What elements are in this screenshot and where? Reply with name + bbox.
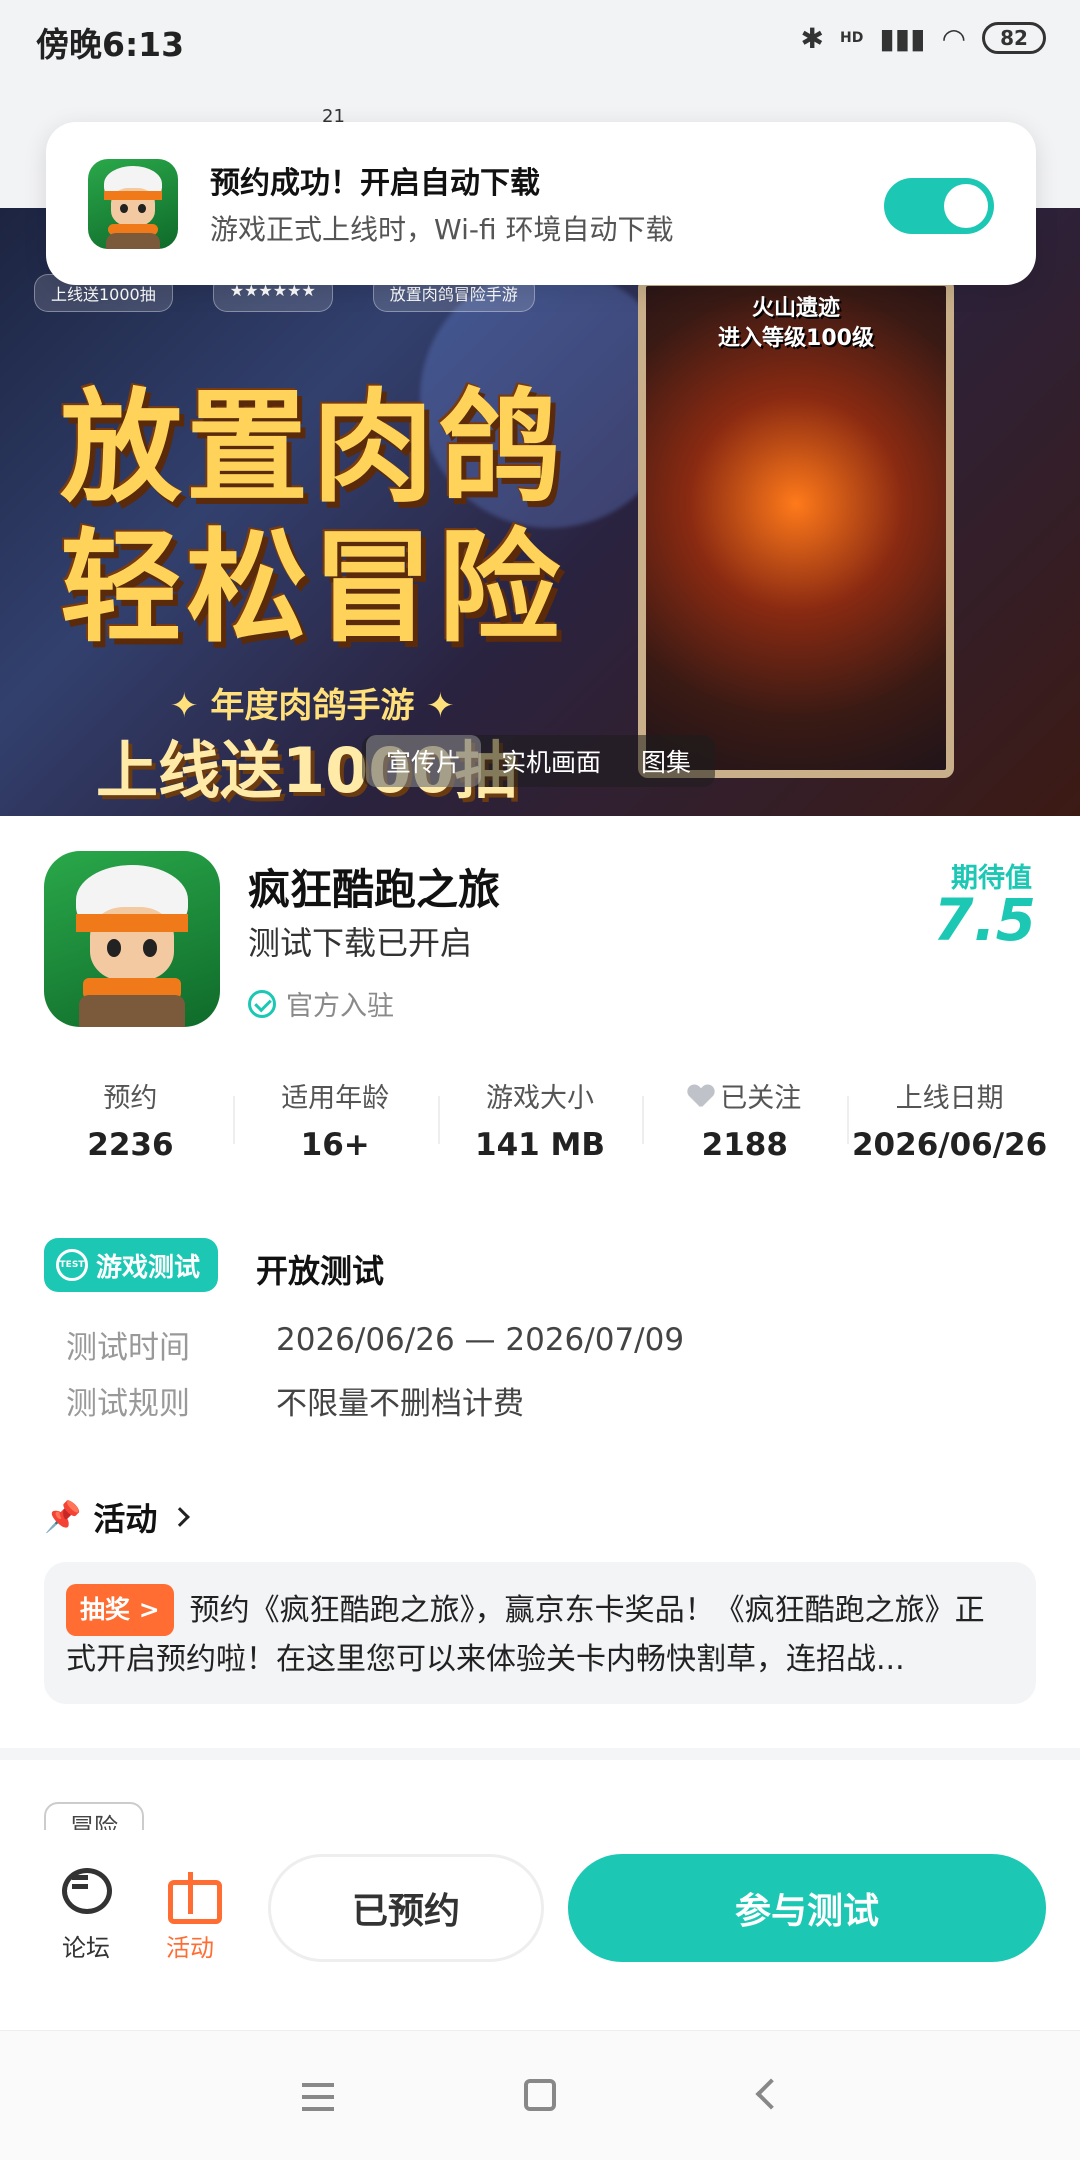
- card-line1: 火山遗迹: [751, 296, 840, 321]
- stat-value: 2236: [87, 1127, 174, 1163]
- tab-gallery[interactable]: 图集: [621, 735, 711, 787]
- lottery-tag: 抽奖 >: [66, 1584, 174, 1636]
- media-tabs: 宣传片 实机画面 图集: [362, 735, 716, 787]
- card-line2: 进入等级100级: [718, 326, 874, 351]
- stat-reservations: 预约 2236: [28, 1076, 233, 1166]
- test-key: 测试规则: [66, 1386, 190, 1422]
- expectation-value: 7.5: [933, 886, 1036, 954]
- game-test-tag: TEST 游戏测试: [44, 1238, 219, 1292]
- system-nav-bar: [0, 2030, 1080, 2160]
- join-test-button[interactable]: 参与测试: [568, 1854, 1046, 1962]
- activity-header[interactable]: 📌 活动: [44, 1494, 191, 1540]
- bottom-action-bar: 论坛 活动 已预约 参与测试: [0, 1830, 1080, 2030]
- stat-label: 已关注: [720, 1083, 802, 1114]
- reserved-button[interactable]: 已预约: [268, 1854, 544, 1962]
- chevron-right-icon: [170, 1507, 191, 1527]
- game-character-icon: [44, 851, 220, 1027]
- app-icon: [44, 851, 220, 1027]
- home-icon[interactable]: [524, 2079, 556, 2111]
- section-divider: [0, 1748, 1080, 1760]
- status-time: 傍晚6:13: [36, 25, 185, 64]
- verified-label: 官方入驻: [286, 991, 394, 1022]
- stat-age: 适用年龄 16+: [232, 1076, 438, 1166]
- media-banner[interactable]: 上线送1000抽 ★★★★★★ 放置肉鸽冒险手游 放置肉鸽 轻松冒险 ✦ 年度肉…: [0, 208, 1080, 816]
- notification-app-icon: [88, 159, 178, 249]
- tab-video[interactable]: 宣传片: [366, 735, 482, 787]
- test-title: 开放测试: [256, 1252, 385, 1290]
- stat-value: 141 MB: [475, 1127, 605, 1163]
- banner-title-line2: 轻松冒险: [60, 517, 564, 659]
- signal-icon: ▮▮▮: [879, 21, 926, 55]
- activity-card[interactable]: 抽奖 > 预约《疯狂酷跑之旅》，赢京东卡奖品！《疯狂酷跑之旅》正式开启预约啦！在这…: [44, 1562, 1036, 1704]
- test-key: 测试时间: [66, 1330, 190, 1366]
- banner-title-line1: 放置肉鸽: [60, 377, 564, 519]
- battery-icon: 82: [982, 22, 1046, 54]
- activity-label: 活动: [166, 1934, 214, 1962]
- stats-row: 预约 2236 适用年龄 16+ 游戏大小 141 MB 已关注 2188 上线…: [28, 1076, 1052, 1166]
- menu-icon[interactable]: [302, 2095, 334, 2099]
- activity-button[interactable]: 活动: [140, 1866, 240, 1963]
- stat-value: 16+: [300, 1127, 370, 1163]
- stat-value: 2188: [701, 1127, 788, 1163]
- pin-icon: 📌: [44, 1499, 82, 1535]
- tab-gameplay[interactable]: 实机画面: [481, 735, 621, 787]
- notification-title: 预约成功！开启自动下载: [210, 166, 540, 201]
- banner-monster-card: 火山遗迹 进入等级100级: [638, 278, 954, 778]
- test-tag-label: 游戏测试: [96, 1252, 201, 1283]
- stat-label: 游戏大小: [485, 1083, 594, 1114]
- game-character-icon: [88, 159, 178, 249]
- activity-text-block: 抽奖 > 预约《疯狂酷跑之旅》，赢京东卡奖品！《疯狂酷跑之旅》正式开启预约啦！在这…: [66, 1584, 1014, 1680]
- reservation-notification[interactable]: 预约成功！开启自动下载 游戏正式上线时，Wi-fi 环境自动下载: [46, 122, 1036, 285]
- activity-header-label: 活动: [93, 1500, 158, 1538]
- network-label: HD: [839, 30, 864, 46]
- activity-text: 预约《疯狂酷跑之旅》，赢京东卡奖品！《疯狂酷跑之旅》正式开启预约啦！在这里您可以…: [66, 1593, 985, 1677]
- status-icons: ✱ HD ▮▮▮ ◠ 82: [801, 18, 1046, 58]
- stat-value: 2026/06/26: [851, 1127, 1048, 1163]
- stat-follow[interactable]: 已关注 2188: [642, 1076, 847, 1166]
- forum-icon: [58, 1866, 114, 1916]
- stat-label: 预约: [103, 1083, 158, 1114]
- check-circle-icon: [248, 989, 276, 1018]
- test-rule-row: 测试规则 不限量不删档计费: [66, 1378, 524, 1423]
- verified-badge[interactable]: 官方入驻: [248, 984, 394, 1023]
- notification-subtitle: 游戏正式上线时，Wi-fi 环境自动下载: [210, 213, 674, 246]
- stat-size: 游戏大小 141 MB: [437, 1076, 643, 1166]
- test-value: 不限量不删档计费: [276, 1386, 524, 1422]
- back-icon[interactable]: [755, 2078, 787, 2110]
- test-icon: TEST: [56, 1249, 88, 1281]
- forum-button[interactable]: 论坛: [36, 1866, 136, 1963]
- status-bar: 傍晚6:13 ✱ HD ▮▮▮ ◠ 82: [0, 0, 1080, 80]
- stat-label: 上线日期: [895, 1083, 1004, 1114]
- stat-label-follow: 已关注: [642, 1076, 847, 1115]
- toggle-knob: [944, 184, 988, 228]
- forum-label: 论坛: [62, 1934, 110, 1962]
- stat-label: 适用年龄: [281, 1083, 390, 1114]
- bluetooth-icon: ✱: [800, 21, 824, 55]
- app-name: 疯狂酷跑之旅: [248, 865, 501, 914]
- test-time-row: 测试时间 2026/06/26 — 2026/07/09: [66, 1322, 684, 1367]
- heart-icon: [688, 1085, 714, 1107]
- app-status: 测试下载已开启: [248, 924, 473, 962]
- wifi-icon: ◠: [941, 21, 966, 55]
- auto-download-toggle[interactable]: [884, 178, 994, 234]
- stat-release-date: 上线日期 2026/06/26: [847, 1076, 1052, 1166]
- banner-title: 放置肉鸽 轻松冒险: [60, 378, 564, 658]
- test-value: 2026/06/26 — 2026/07/09: [276, 1322, 685, 1358]
- gift-icon: [162, 1866, 222, 1924]
